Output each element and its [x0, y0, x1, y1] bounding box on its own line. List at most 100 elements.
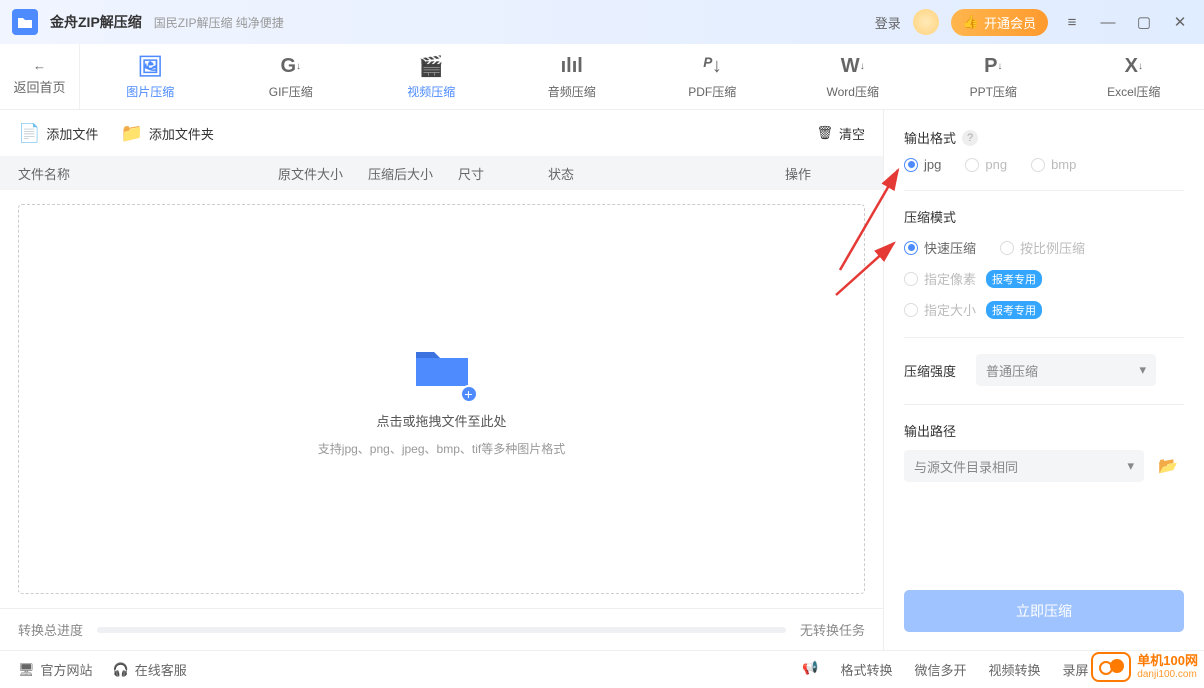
menu-button[interactable]: ≡ [1060, 10, 1084, 34]
clear-button[interactable]: 🗑 清空 [816, 124, 865, 143]
radio-jpg[interactable]: jpg [904, 157, 941, 172]
compress-button[interactable]: 立即压缩 [904, 590, 1184, 632]
tab-excel-compress[interactable]: X↓Excel压缩 [1064, 44, 1204, 109]
thumbs-up-icon: 👍 [963, 14, 979, 30]
folder-plus-icon: 📁 [120, 123, 142, 144]
col-ops: 操作 [785, 164, 865, 183]
titlebar: 金舟ZIP解压缩 国民ZIP解压缩 纯净便捷 登录 👍 开通会员 ≡ — ▢ ✕ [0, 0, 1204, 44]
radio-ratio-compress[interactable]: 按比例压缩 [1000, 238, 1085, 257]
clear-label: 清空 [839, 124, 865, 143]
gif-icon: G↓ [280, 53, 301, 79]
tab-label: PPT压缩 [970, 83, 1017, 100]
video-icon: 🎬 [419, 53, 444, 79]
col-comp-size: 压缩后大小 [368, 164, 458, 183]
radio-bmp[interactable]: bmp [1031, 157, 1076, 172]
vip-label: 开通会员 [984, 13, 1036, 32]
radio-label: 指定像素 [924, 269, 976, 288]
add-file-label: 添加文件 [46, 124, 98, 143]
progress-bar [97, 627, 786, 633]
add-file-button[interactable]: 📄 添加文件 [18, 123, 98, 144]
tab-label: PDF压缩 [688, 83, 736, 100]
compress-mode-title: 压缩模式 [904, 207, 1184, 226]
dropzone[interactable]: + 点击或拖拽文件至此处 支持jpg、png、jpeg、bmp、tif等多种图片… [18, 204, 865, 594]
headset-icon: 🎧 [113, 662, 129, 678]
table-header: 文件名称 原文件大小 压缩后大小 尺寸 状态 操作 [0, 156, 883, 190]
ppt-icon: P↓ [984, 53, 1002, 79]
radio-png[interactable]: png [965, 157, 1007, 172]
output-path-select[interactable]: 与源文件目录相同 ▾ [904, 450, 1144, 482]
tab-label: Excel压缩 [1107, 83, 1160, 100]
tab-label: 音频压缩 [548, 83, 596, 100]
progress-row: 转换总进度 无转换任务 [0, 608, 883, 650]
back-button[interactable]: ← 返回首页 [0, 44, 80, 109]
link-label: 官方网站 [41, 660, 93, 679]
chevron-down-icon: ▾ [1139, 362, 1146, 378]
drop-hint-2: 支持jpg、png、jpeg、bmp、tif等多种图片格式 [318, 440, 565, 457]
tab-label: Word压缩 [827, 83, 879, 100]
radio-fixed-pixel[interactable]: 指定像素报考专用 [904, 269, 1042, 288]
progress-label: 转换总进度 [18, 620, 83, 639]
app-subtitle: 国民ZIP解压缩 纯净便捷 [154, 14, 284, 31]
login-link[interactable]: 登录 [875, 13, 901, 32]
col-status: 状态 [548, 164, 785, 183]
tab-gif-compress[interactable]: G↓GIF压缩 [221, 44, 362, 109]
audio-icon: ılıl [561, 53, 583, 79]
trash-icon: 🗑 [816, 125, 833, 141]
progress-status: 无转换任务 [800, 620, 865, 639]
footer: 🖥 官方网站 🎧在线客服 📢 格式转换 微信多开 视频转换 录屏 [0, 650, 1204, 688]
radio-fast-compress[interactable]: 快速压缩 [904, 238, 976, 257]
tab-ppt-compress[interactable]: P↓ PPT压缩 [923, 44, 1064, 109]
radio-label: jpg [924, 157, 941, 172]
app-title: 金舟ZIP解压缩 [50, 12, 142, 32]
file-plus-icon: 📄 [18, 123, 40, 144]
avatar[interactable] [913, 9, 939, 35]
drop-hint-1: 点击或拖拽文件至此处 [376, 411, 506, 430]
path-value: 与源文件目录相同 [914, 457, 1018, 476]
footer-link-1[interactable]: 微信多开 [915, 660, 967, 679]
radio-label: 指定大小 [924, 300, 976, 319]
word-icon: W↓ [841, 53, 865, 79]
maximize-button[interactable]: ▢ [1132, 10, 1156, 34]
radio-label: 快速压缩 [924, 238, 976, 257]
footer-link-3[interactable]: 录屏 [1063, 660, 1089, 679]
help-icon[interactable]: ? [962, 130, 978, 146]
horn-icon: 📢 [802, 660, 818, 679]
tab-image-compress[interactable]: 🖼图片压缩 [80, 44, 221, 109]
chevron-down-icon: ▾ [1127, 458, 1134, 474]
col-name: 文件名称 [18, 164, 278, 183]
col-orig-size: 原文件大小 [278, 164, 368, 183]
app-logo [12, 9, 38, 35]
radio-label: bmp [1051, 157, 1076, 172]
folder-icon: + [412, 342, 472, 401]
image-icon: 🖼 [138, 53, 163, 79]
tab-word-compress[interactable]: W↓ Word压缩 [783, 44, 924, 109]
minimize-button[interactable]: — [1096, 10, 1120, 34]
official-site-link[interactable]: 🖥 官方网站 [18, 660, 93, 679]
main-panel: 📄 添加文件 📁 添加文件夹 🗑 清空 文件名称 原文件大小 压缩后大小 尺寸 状态 … [0, 110, 884, 650]
tab-video-compress[interactable]: 🎬视频压缩 [361, 44, 502, 109]
tab-pdf-compress[interactable]: ᴾ↓PDF压缩 [642, 44, 783, 109]
radio-label: 按比例压缩 [1020, 238, 1085, 257]
radio-label: png [985, 157, 1007, 172]
tag: 报考专用 [986, 301, 1042, 319]
tab-audio-compress[interactable]: ılıl 音频压缩 [502, 44, 643, 109]
select-value: 普通压缩 [986, 361, 1038, 380]
arrow-left-icon: ← [33, 58, 46, 73]
add-folder-button[interactable]: 📁 添加文件夹 [120, 123, 213, 144]
back-label: 返回首页 [13, 77, 65, 96]
browse-folder-button[interactable]: 📂 [1152, 450, 1184, 482]
strength-title: 压缩强度 [904, 361, 956, 380]
close-button[interactable]: ✕ [1168, 10, 1192, 34]
footer-link-0[interactable]: 格式转换 [840, 660, 892, 679]
side-panel: 输出格式? jpg png bmp 压缩模式 快速压缩 按比例压缩 指定像素报考… [884, 110, 1204, 650]
footer-link-2[interactable]: 视频转换 [989, 660, 1041, 679]
tag: 报考专用 [986, 270, 1042, 288]
vip-button[interactable]: 👍 开通会员 [951, 9, 1048, 36]
strength-select[interactable]: 普通压缩 ▾ [976, 354, 1156, 386]
support-link[interactable]: 🎧在线客服 [113, 660, 187, 679]
add-folder-label: 添加文件夹 [149, 124, 214, 143]
output-path-title: 输出路径 [904, 421, 1184, 440]
monitor-icon: 🖥 [18, 662, 35, 678]
radio-fixed-size[interactable]: 指定大小报考专用 [904, 300, 1042, 319]
col-dims: 尺寸 [458, 164, 548, 183]
